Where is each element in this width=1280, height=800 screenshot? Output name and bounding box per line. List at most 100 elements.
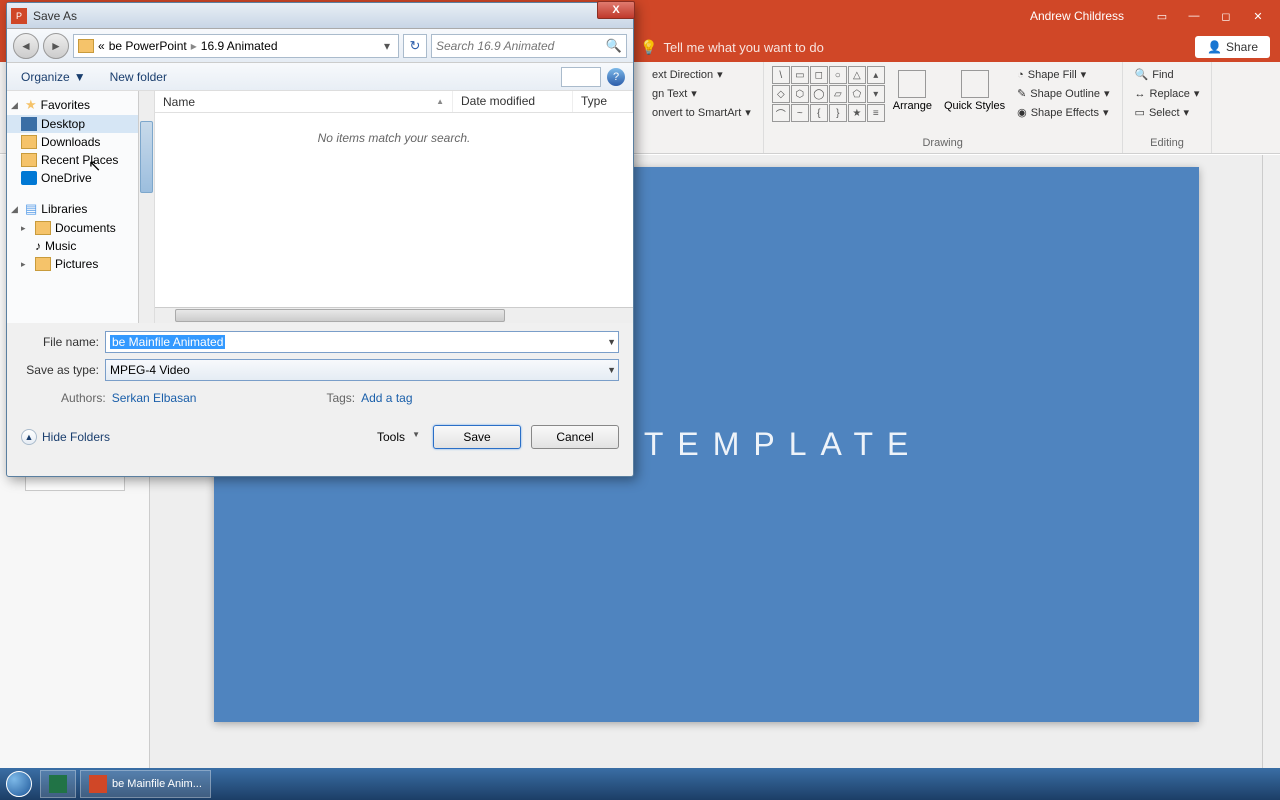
nav-forward-button[interactable]: ► [43,33,69,59]
folder-icon [21,135,37,149]
folder-icon [78,39,94,53]
sort-indicator-icon: ▲ [436,97,444,106]
arrange-button[interactable]: Arrange [889,66,936,116]
text-direction-button[interactable]: ext Direction ▾ [648,66,755,83]
sidebar-scrollbar[interactable] [138,91,154,323]
sidebar-favorites[interactable]: ◢★Favorites [7,95,154,115]
tell-me-search[interactable]: 💡 Tell me what you want to do [640,39,1195,56]
breadcrumb-part2[interactable]: 16.9 Animated [201,39,278,53]
search-input[interactable] [436,39,606,53]
excel-icon [49,775,67,793]
tags-value[interactable]: Add a tag [361,391,412,405]
column-type[interactable]: Type [573,91,633,112]
lightbulb-icon: 💡 [640,39,657,56]
search-box[interactable]: 🔍 [431,34,627,58]
refresh-button[interactable]: ↻ [403,34,427,58]
column-date[interactable]: Date modified [453,91,573,112]
authors-value[interactable]: Serkan Elbasan [112,391,197,405]
shape-fill-button[interactable]: ◔ Shape Fill ▾ [1013,66,1113,83]
savetype-label: Save as type: [21,363,99,377]
start-button[interactable] [0,768,38,800]
sidebar-libraries[interactable]: ◢▤Libraries [7,199,154,219]
dialog-footer: ▲ Hide Folders Tools Save Cancel [7,419,633,461]
authors-label: Authors: [61,391,106,405]
pictures-icon [35,257,51,271]
nav-back-button[interactable]: ◄ [13,33,39,59]
dialog-close-button[interactable]: X [597,1,635,19]
taskbar-powerpoint[interactable]: be Mainfile Anim... [80,770,211,798]
save-button[interactable]: Save [433,425,521,449]
filename-input[interactable]: be Mainfile Animated ▼ [105,331,619,353]
help-button[interactable]: ? [607,68,625,86]
sidebar-desktop[interactable]: Desktop [7,115,154,133]
save-as-dialog: P Save As X ◄ ► « be PowerPoint ▸ 16.9 A… [6,2,634,477]
chevron-right-icon: ▸ [191,39,197,53]
empty-message: No items match your search. [155,113,633,307]
tools-dropdown[interactable]: Tools [367,426,423,448]
dialog-title: Save As [33,9,629,23]
convert-smartart-button[interactable]: onvert to SmartArt ▾ [648,104,755,121]
desktop-icon [21,117,37,131]
filename-label: File name: [21,335,99,349]
select-button[interactable]: ▭ Select ▾ [1131,104,1204,121]
column-name[interactable]: Name▲ [155,91,453,112]
breadcrumb-part1[interactable]: be PowerPoint [109,39,187,53]
folder-icon [21,153,37,167]
shape-outline-button[interactable]: ✎ Shape Outline ▾ [1013,85,1113,102]
new-folder-button[interactable]: New folder [104,67,173,87]
dialog-toolbar: Organize ▼ New folder ? [7,63,633,91]
dialog-title-bar[interactable]: P Save As X [7,3,633,29]
powerpoint-icon [89,775,107,793]
drawing-group-label: Drawing [772,135,1114,149]
arrange-icon [898,70,926,98]
sidebar-pictures[interactable]: ▸Pictures [7,255,154,273]
tags-label: Tags: [326,391,355,405]
file-list-hscrollbar[interactable] [155,307,633,323]
powerpoint-small-icon: P [11,8,27,24]
pp-user[interactable]: Andrew Childress [1030,9,1124,23]
pp-ribbon-options-icon[interactable]: ▭ [1148,6,1176,26]
search-icon[interactable]: 🔍 [606,38,622,54]
ribbon-paragraph-partial: ext Direction ▾ gn Text ▾ onvert to Smar… [640,62,764,153]
view-mode-button[interactable] [561,67,601,87]
dialog-sidebar: ◢★Favorites Desktop Downloads Recent Pla… [7,91,155,323]
dialog-form: File name: be Mainfile Animated ▼ Save a… [7,323,633,419]
dialog-nav-bar: ◄ ► « be PowerPoint ▸ 16.9 Animated ▾ ↻ … [7,29,633,63]
align-text-button[interactable]: gn Text ▾ [648,85,755,102]
replace-button[interactable]: ↔ Replace ▾ [1131,85,1204,102]
file-list-area[interactable]: Name▲ Date modified Type No items match … [155,91,633,323]
onedrive-icon [21,171,37,185]
ribbon-editing-group: 🔍 Find ↔ Replace ▾ ▭ Select ▾ Editing [1123,62,1213,153]
editing-group-label: Editing [1131,135,1204,149]
share-icon: 👤 [1207,40,1222,54]
find-button[interactable]: 🔍 Find [1131,66,1204,83]
pp-close-icon[interactable]: ✕ [1244,6,1272,26]
sidebar-music[interactable]: ♪Music [7,237,154,255]
shapes-gallery[interactable]: \▭◻○△▴ ◇⬡◯▱⬠▾ ⌒~{}★≡ [772,66,885,122]
sidebar-downloads[interactable]: Downloads [7,133,154,151]
ribbon-drawing-group: \▭◻○△▴ ◇⬡◯▱⬠▾ ⌒~{}★≡ Arrange Quick Style… [764,62,1123,153]
sidebar-onedrive[interactable]: OneDrive [7,169,154,187]
pp-minimize-icon[interactable]: — [1180,6,1208,26]
file-columns: Name▲ Date modified Type [155,91,633,113]
cancel-button[interactable]: Cancel [531,425,619,449]
quick-styles-button[interactable]: Quick Styles [940,66,1009,116]
quick-styles-icon [961,70,989,98]
windows-taskbar[interactable]: be Mainfile Anim... [0,768,1280,800]
hide-folders-button[interactable]: ▲ Hide Folders [21,429,110,445]
breadcrumb-bar[interactable]: « be PowerPoint ▸ 16.9 Animated ▾ [73,34,399,58]
shape-effects-button[interactable]: ◉ Shape Effects ▾ [1013,104,1113,121]
sidebar-recent-places[interactable]: Recent Places [7,151,154,169]
breadcrumb-dropdown-button[interactable]: ▾ [380,39,394,53]
canvas-scrollbar[interactable] [1262,155,1280,770]
pp-maximize-icon[interactable]: ◻ [1212,6,1240,26]
taskbar-excel[interactable] [40,770,76,798]
filename-dropdown-icon[interactable]: ▼ [607,337,616,347]
sidebar-documents[interactable]: ▸Documents [7,219,154,237]
organize-button[interactable]: Organize ▼ [15,67,92,87]
savetype-dropdown[interactable]: MPEG-4 Video ▼ [105,359,619,381]
share-button[interactable]: 👤 Share [1195,36,1270,58]
windows-orb-icon [6,771,32,797]
documents-icon [35,221,51,235]
savetype-dropdown-icon[interactable]: ▼ [607,365,616,375]
